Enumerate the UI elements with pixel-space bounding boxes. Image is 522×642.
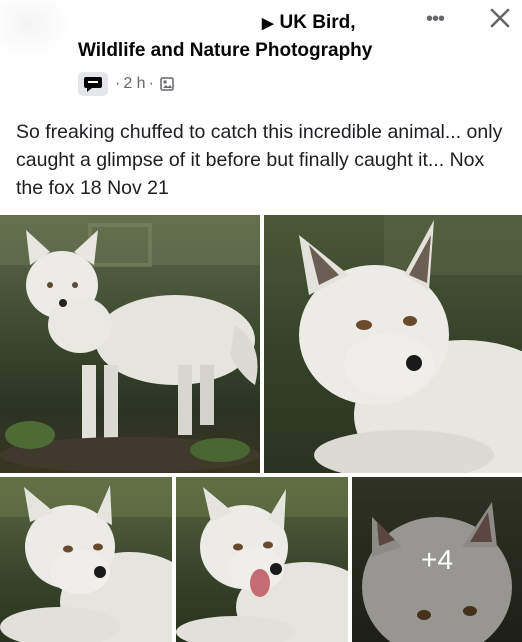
avatar[interactable] xyxy=(0,0,72,60)
chat-bubble-icon xyxy=(78,72,108,96)
photo-2[interactable] xyxy=(264,215,522,473)
photo-5[interactable]: +4 xyxy=(352,477,522,642)
photo-3[interactable] xyxy=(0,477,172,642)
group-name-text-1[interactable]: UK Bird, xyxy=(280,12,356,33)
more-photos-overlay[interactable]: +4 xyxy=(352,477,522,642)
group-name-line1[interactable]: ▶ UK Bird, xyxy=(262,12,356,34)
right-arrow-icon: ▶ xyxy=(262,15,274,32)
post-meta: · 2 h · xyxy=(78,72,174,96)
post-header: ▶ UK Bird, Wildlife and Nature Photograph… xyxy=(0,0,522,110)
photo-4[interactable] xyxy=(176,477,348,642)
group-name-line2[interactable]: Wildlife and Nature Photography xyxy=(78,40,372,62)
post-time[interactable]: 2 h xyxy=(123,75,145,93)
gallery-icon xyxy=(160,77,174,91)
post-text: So freaking chuffed to catch this incred… xyxy=(16,121,503,199)
fox-photo-3 xyxy=(0,477,172,642)
more-options-button[interactable]: ••• xyxy=(426,8,445,31)
separator-dot: · xyxy=(115,75,121,92)
fox-photo-4 xyxy=(176,477,348,642)
photo-1[interactable] xyxy=(0,215,260,473)
close-icon[interactable] xyxy=(486,4,514,32)
fox-photo-1 xyxy=(0,215,260,473)
separator-dot: · xyxy=(148,75,154,92)
more-photos-count[interactable]: +4 xyxy=(421,544,453,576)
fox-photo-2 xyxy=(299,215,522,473)
